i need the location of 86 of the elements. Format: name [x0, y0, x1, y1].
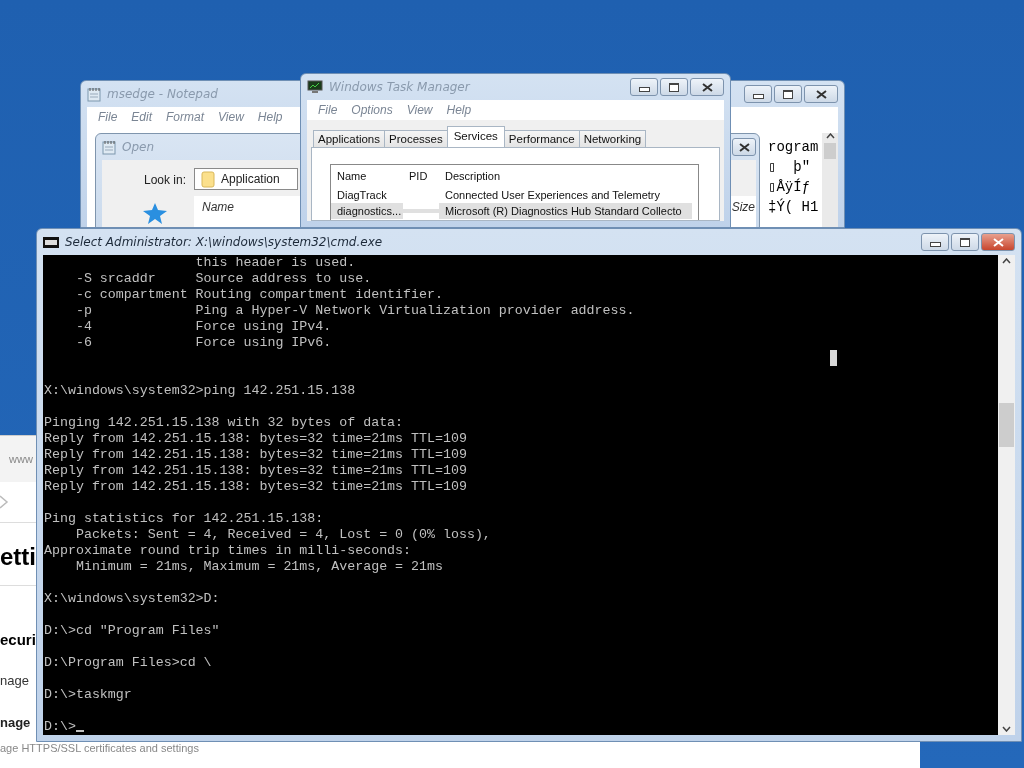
close-icon: [992, 237, 1004, 247]
menu-item[interactable]: Format: [159, 110, 212, 124]
notepad-icon: [87, 86, 101, 102]
look-in-dropdown[interactable]: Application: [194, 168, 298, 190]
section-title: ecuri: [0, 631, 36, 648]
menu-item[interactable]: File: [311, 103, 345, 117]
menu-item[interactable]: View: [399, 103, 440, 117]
console-line: Ping statistics for 142.251.15.138:: [44, 511, 324, 527]
column-header[interactable]: Name: [331, 165, 403, 187]
close-icon: [738, 142, 750, 152]
console-line: D:\Program Files>cd \: [44, 655, 212, 671]
tab[interactable]: Processes: [384, 130, 448, 147]
console-line: Packets: Sent = 4, Received = 4, Lost = 0 (0% loss),: [74, 527, 491, 543]
scroll-thumb[interactable]: [999, 403, 1014, 447]
console-line: Minimum = 21ms, Maximum = 21ms, Average = 21ms: [74, 559, 443, 575]
page-heading: etti: [0, 543, 36, 571]
scroll-up-icon[interactable]: [1002, 258, 1011, 264]
console-line: Reply from 142.251.15.138: bytes=32 time=21ms TTL=109: [44, 447, 467, 463]
close-button[interactable]: [804, 85, 838, 103]
maximize-button[interactable]: [660, 78, 688, 96]
scroll-thumb[interactable]: [824, 143, 836, 159]
cursor-block: [830, 350, 837, 366]
table-cell-text: DiagTrack: [336, 188, 388, 203]
minimize-button[interactable]: [921, 233, 949, 251]
console-line: -c compartment Routing compartment identifier.: [74, 287, 443, 303]
maximize-button[interactable]: [774, 85, 802, 103]
setting-description: age HTTPS/SSL certificates and settings: [0, 742, 199, 754]
look-in-label: Look in:: [143, 173, 186, 187]
close-icon: [701, 82, 713, 92]
minimize-button[interactable]: [630, 78, 658, 96]
table-cell: Microsoft (R) Diagnostics Hub Standard Collecto: [439, 203, 692, 219]
console-icon: [43, 236, 59, 248]
menu-item[interactable]: Help: [250, 110, 290, 124]
table-cell: diagnostics...: [331, 203, 403, 219]
console-line: -6 Force using IPv6.: [74, 335, 332, 351]
table-cell-text: Connected User Experiences and Telemetry: [444, 188, 662, 203]
scroll-down-icon[interactable]: [1002, 726, 1011, 732]
scrollbar[interactable]: [822, 133, 838, 227]
column-header[interactable]: PID: [403, 165, 439, 187]
console-line: X:\windows\system32>ping 142.251.15.138: [44, 383, 356, 399]
menu-item[interactable]: File: [91, 110, 125, 124]
scroll-up-icon[interactable]: [825, 133, 835, 139]
console-line: Reply from 142.251.15.138: bytes=32 time=21ms TTL=109: [44, 463, 467, 479]
menu-item[interactable]: View: [211, 110, 251, 124]
menu-item[interactable]: Options: [344, 103, 400, 117]
close-icon: [815, 89, 827, 99]
maximize-button[interactable]: [951, 233, 979, 251]
close-button[interactable]: [690, 78, 724, 96]
text-line: ▯ þ": [768, 158, 812, 177]
console-line: Reply from 142.251.15.138: bytes=32 time=21ms TTL=109: [44, 479, 467, 495]
folder-icon: [201, 170, 215, 188]
tab[interactable]: Services: [446, 126, 505, 147]
star-icon[interactable]: [142, 202, 168, 224]
window-title: Select Administrator: X:\windows\system32\cmd.exe: [65, 235, 383, 249]
console-line: -4 Force using IPv4.: [74, 319, 332, 335]
console-line: Reply from 142.251.15.138: bytes=32 time=21ms TTL=109: [44, 431, 467, 447]
console-line: D:\>cd "Program Files": [44, 623, 220, 639]
console-line: D:\>taskmgr: [44, 687, 132, 703]
window-title: msedge - Notepad: [107, 87, 218, 101]
column-header[interactable]: Size: [731, 200, 755, 214]
window-title: Windows Task Manager: [329, 80, 470, 94]
minimize-button[interactable]: [744, 85, 772, 103]
menu-item[interactable]: Help: [439, 103, 479, 117]
console-line: D:\>: [44, 719, 84, 735]
notepad-icon: [102, 139, 116, 155]
console-line: this header is used.: [194, 255, 356, 271]
console-line: Pinging 142.251.15.138 with 32 bytes of data:: [44, 415, 404, 431]
tab[interactable]: Networking: [578, 130, 647, 147]
setting-title[interactable]: nage: [0, 715, 31, 730]
tab[interactable]: Performance: [503, 130, 580, 147]
dialog-title: Open: [122, 140, 155, 154]
scrollbar[interactable]: [998, 255, 1015, 735]
column-header[interactable]: Description: [439, 165, 692, 187]
text-line: ‡Ý( H1: [768, 197, 820, 217]
menu-item[interactable]: Edit: [124, 110, 160, 124]
text-line: rogram: [768, 138, 820, 157]
monitor-icon: [307, 80, 323, 94]
tab[interactable]: Applications: [313, 130, 385, 147]
text-line: ▯ÅÿÍƒ: [768, 177, 812, 197]
console-line: Approximate round trip times in milli-seconds:: [44, 543, 412, 559]
column-header[interactable]: Name: [202, 200, 234, 214]
console-line: X:\windows\system32>D:: [44, 591, 220, 607]
close-button[interactable]: [732, 138, 756, 156]
console-line: -p Ping a Hyper-V Network Virtualization provider address.: [74, 303, 635, 319]
section-text: nage: [0, 673, 29, 688]
console-line: -S srcaddr Source address to use.: [74, 271, 372, 287]
